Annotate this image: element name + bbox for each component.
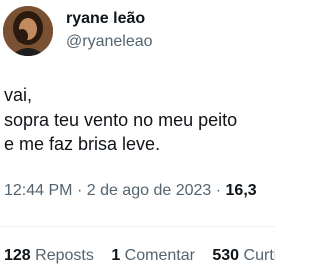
tweet-time-link[interactable]: 12:44 PM · 2 de ago de 2023 xyxy=(4,182,211,199)
tweet-text-line: sopra teu vento no meu peito xyxy=(4,109,238,130)
meta-separator: · xyxy=(76,182,83,199)
avatar[interactable] xyxy=(3,6,53,56)
tweet-text: vai, sopra teu vento no meu peito e me f… xyxy=(4,83,237,157)
comments-label: Comentar xyxy=(124,247,195,264)
reposts-link[interactable]: 128 Reposts xyxy=(4,247,94,264)
engagement-stats: 128 Reposts 1 Comentar 530 Curtidas xyxy=(4,247,275,265)
tweet-time: 12:44 PM xyxy=(4,182,73,199)
profile-photo-icon xyxy=(3,6,53,56)
tweet-text-line: e me faz brisa leve. xyxy=(4,134,161,154)
reposts-label: Reposts xyxy=(35,247,94,264)
divider xyxy=(0,226,275,227)
likes-link[interactable]: 530 Curtidas xyxy=(212,247,275,264)
comments-link[interactable]: 1 Comentar xyxy=(111,247,195,264)
author-handle[interactable]: @ryaneleao xyxy=(66,33,153,51)
likes-count: 530 xyxy=(212,247,240,264)
views-count[interactable]: 16,3 xyxy=(226,182,257,199)
tweet-text-line: vai, xyxy=(4,85,33,105)
reposts-count: 128 xyxy=(4,247,31,264)
tweet-meta: 12:44 PM · 2 de ago de 2023 · 16,3 xyxy=(4,182,257,200)
author-display-name[interactable]: ryane leão xyxy=(66,10,145,28)
tweet-card: ryane leão @ryaneleao vai, sopra teu ven… xyxy=(0,0,275,275)
likes-label: Curtidas xyxy=(243,247,275,264)
comments-count: 1 xyxy=(111,247,121,264)
tweet-date: 2 de ago de 2023 xyxy=(86,182,212,199)
meta-separator: · xyxy=(215,182,222,199)
